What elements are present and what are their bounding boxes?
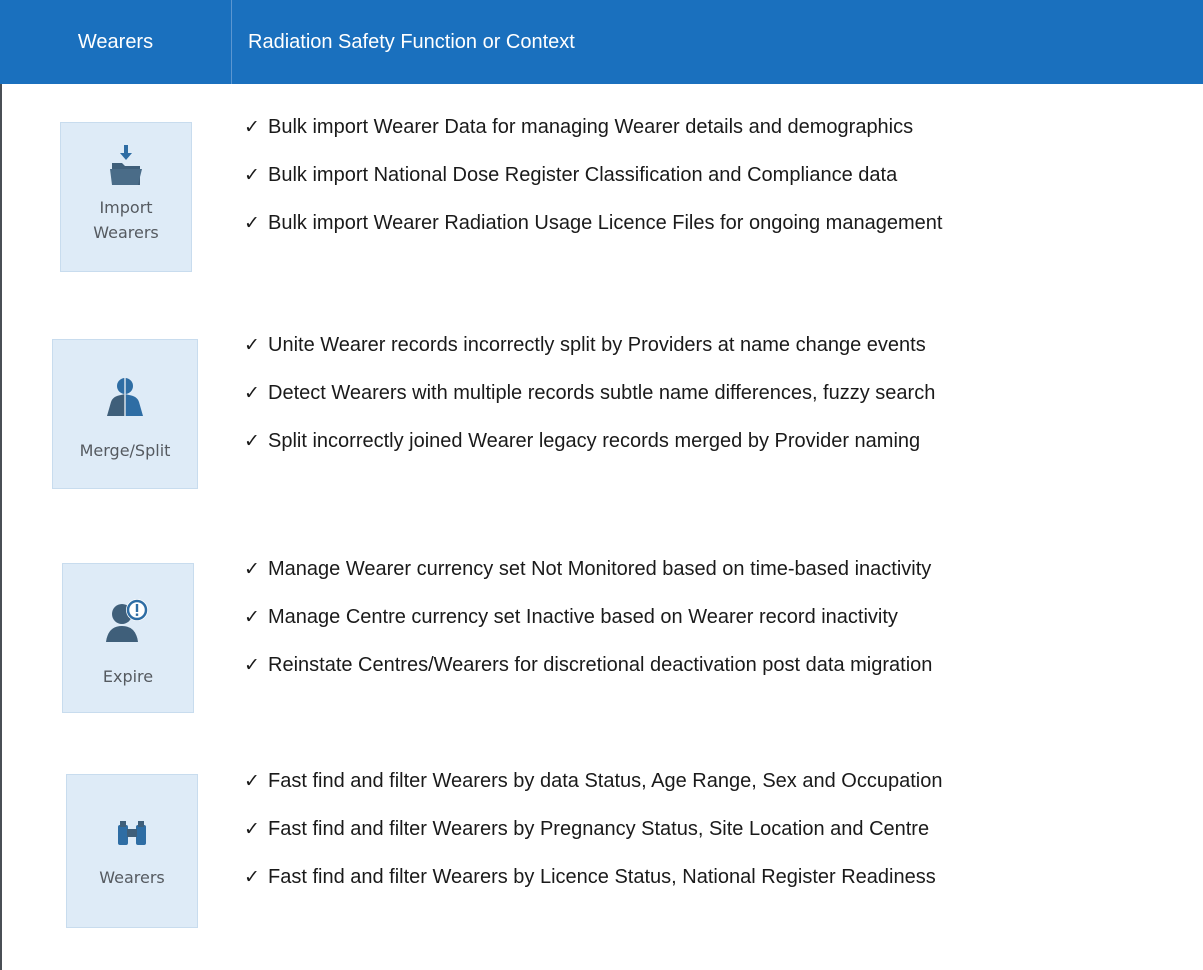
check-icon: ✓ [244,654,260,676]
list-item: ✓ Fast find and filter Wearers by Pregnan… [244,814,942,844]
item-list: ✓ Fast find and filter Wearers by data St… [244,766,942,910]
tile-label-wearers: Wearers [93,223,159,242]
check-icon: ✓ [244,770,260,792]
group-expire: Expire ✓ Manage Wearer currency set Not M… [0,530,1203,730]
list-item: ✓ Manage Wearer currency set Not Monitore… [244,554,932,584]
list-item: ✓ Fast find and filter Wearers by Licence… [244,862,942,892]
tile-label-wearers: Wearers [99,868,165,887]
item-text: Fast find and filter Wearers by Pregnanc… [268,817,930,840]
item-text: Fast find and filter Wearers by data Sta… [268,769,943,792]
list-item: ✓ Split incorrectly joined Wearer legacy … [244,426,935,456]
check-icon: ✓ [244,382,260,404]
item-text: Bulk import Wearer Data for managing Wea… [268,115,914,138]
folder-import-icon [110,145,142,185]
person-alert-icon [106,599,148,642]
item-text: Split incorrectly joined Wearer legacy r… [268,429,921,452]
merge-split-button[interactable]: Merge/Split [52,339,198,489]
item-text: Fast find and filter Wearers by Licence … [268,865,936,888]
list-item: ✓ Fast find and filter Wearers by data St… [244,766,942,796]
item-text: Bulk import National Dose Register Class… [268,163,898,186]
group-merge-split: Merge/Split ✓ Unite Wearer records incorr… [0,300,1203,520]
item-text: Reinstate Centres/Wearers for discretion… [268,653,933,676]
check-icon: ✓ [244,164,260,186]
binoculars-icon [118,821,146,845]
header-function-context: Radiation Safety Function or Context [248,30,575,53]
tile-label-expire: Expire [102,667,154,686]
list-item: ✓ Manage Centre currency set Inactive bas… [244,602,932,632]
item-text: Manage Centre currency set Inactive base… [268,605,898,628]
item-list: ✓ Manage Wearer currency set Not Monitore… [244,554,932,698]
list-item: ✓ Detect Wearers with multiple records su… [244,378,935,408]
list-item: ✓ Bulk import Wearer Radiation Usage Lice… [244,208,942,238]
expire-button[interactable]: Expire [62,563,194,713]
list-item: ✓ Bulk import National Dose Register Clas… [244,160,942,190]
group-wearers: Wearers ✓ Fast find and filter Wearers by… [0,740,1203,940]
check-icon: ✓ [244,334,260,356]
import-wearers-button[interactable]: Import Wearers [60,122,192,272]
item-text: Bulk import Wearer Radiation Usage Licen… [268,211,943,234]
check-icon: ✓ [244,430,260,452]
header-wearers: Wearers [0,0,232,84]
item-text: Detect Wearers with multiple records sub… [268,381,936,404]
item-list: ✓ Bulk import Wearer Data for managing We… [244,112,942,256]
item-text: Manage Wearer currency set Not Monitored… [268,557,932,580]
tile-label-merge-split: Merge/Split [79,441,171,460]
feature-table: Wearers Radiation Safety Function or Con… [0,0,1203,970]
table-header: Wearers Radiation Safety Function or Con… [0,0,1203,84]
item-text: Unite Wearer records incorrectly split b… [268,333,926,356]
check-icon: ✓ [244,606,260,628]
tile-label-import: Import [99,198,153,217]
check-icon: ✓ [244,116,260,138]
check-icon: ✓ [244,558,260,580]
group-import-wearers: Import Wearers ✓ Bulk import Wearer Data … [0,84,1203,284]
item-list: ✓ Unite Wearer records incorrectly split … [244,330,935,474]
list-item: ✓ Reinstate Centres/Wearers for discretio… [244,650,932,680]
wearers-button[interactable]: Wearers [66,774,198,928]
check-icon: ✓ [244,212,260,234]
check-icon: ✓ [244,866,260,888]
check-icon: ✓ [244,818,260,840]
merge-split-person-icon [107,378,143,416]
list-item: ✓ Unite Wearer records incorrectly split … [244,330,935,360]
list-item: ✓ Bulk import Wearer Data for managing We… [244,112,942,142]
